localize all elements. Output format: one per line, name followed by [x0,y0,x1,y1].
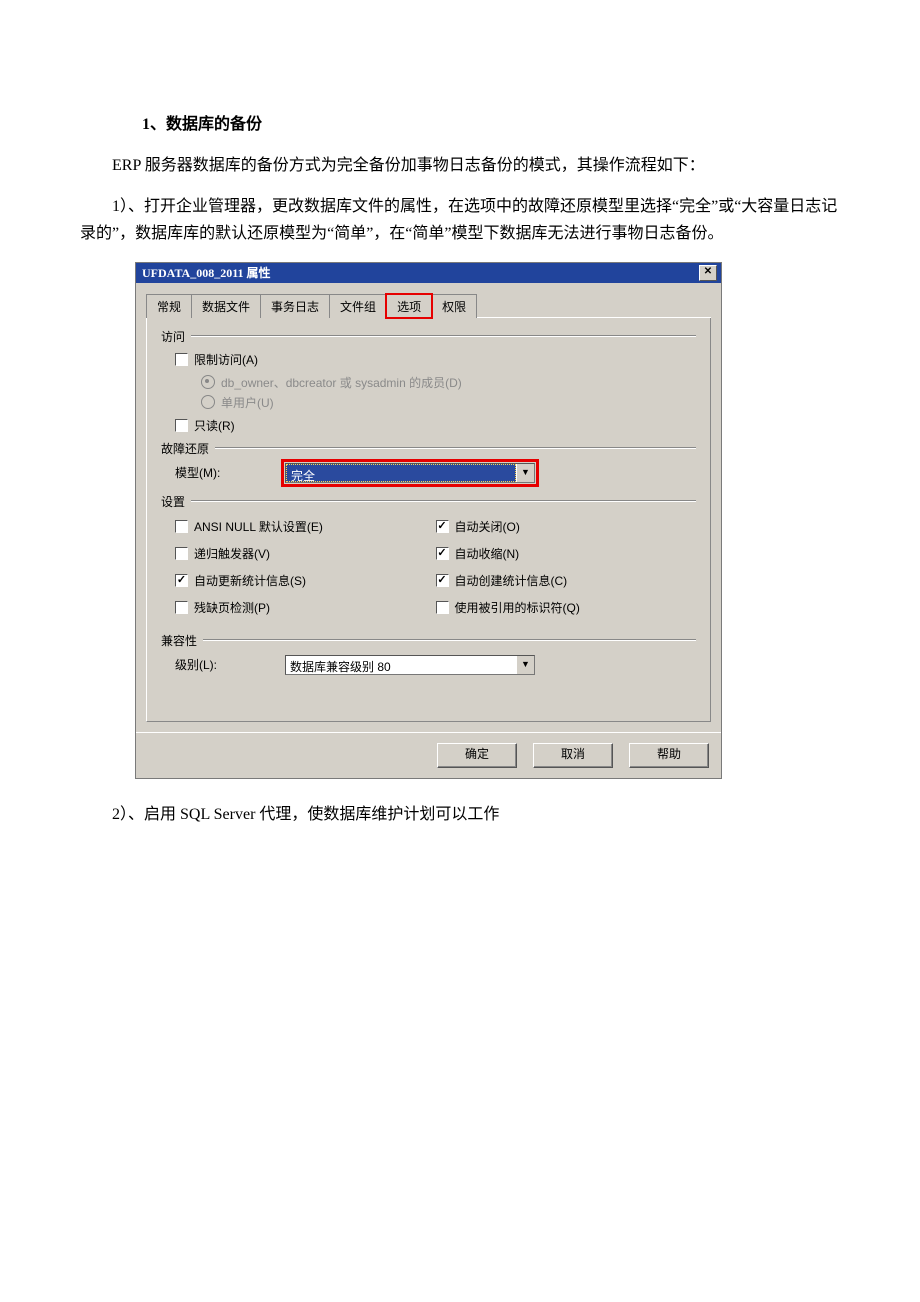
ok-button[interactable]: 确定 [437,743,517,768]
compat-level-dropdown[interactable]: 数据库兼容级别 80 ▼ [285,655,535,675]
dialog-titlebar: UFDATA_008_2011 属性 ✕ [136,263,721,283]
compat-level-value: 数据库兼容级别 80 [286,656,516,674]
recovery-model-label: 模型(M): [175,464,285,481]
group-access: 访问 限制访问(A) db_owner、dbcreator 或 sysadmin… [161,328,696,434]
checkbox-ansi-null-label: ANSI NULL 默认设置(E) [194,518,323,535]
checkbox-restrict-access-label: 限制访问(A) [194,351,258,368]
tab-general[interactable]: 常规 [146,294,192,318]
group-recovery: 故障还原 模型(M): 完全 ▼ [161,440,696,483]
dialog-button-bar: 确定 取消 帮助 [136,732,721,778]
help-button[interactable]: 帮助 [629,743,709,768]
checkbox-auto-update-stats-label: 自动更新统计信息(S) [194,572,306,589]
checkbox-recursive-triggers-label: 递归触发器(V) [194,545,270,562]
tab-strip: 常规 数据文件 事务日志 文件组 选项 权限 [146,293,711,318]
radio-single-user-label: 单用户(U) [221,394,274,411]
checkbox-quoted-identifier[interactable] [436,601,449,614]
paragraph-intro: ERP 服务器数据库的备份方式为完全备份加事物日志备份的模式，其操作流程如下： [80,152,840,179]
tab-datafiles[interactable]: 数据文件 [191,294,261,318]
recovery-model-dropdown[interactable]: 完全 ▼ [285,463,535,483]
checkbox-auto-close-label: 自动关闭(O) [455,518,520,535]
paragraph-step1: 1）、打开企业管理器，更改数据库文件的属性，在选项中的故障还原模型里选择“完全”… [80,193,840,247]
tab-translog[interactable]: 事务日志 [260,294,330,318]
dialog-title: UFDATA_008_2011 属性 [142,263,271,283]
checkbox-restrict-access[interactable] [175,353,188,366]
checkbox-auto-close[interactable] [436,520,449,533]
checkbox-ansi-null[interactable] [175,520,188,533]
close-icon[interactable]: ✕ [699,265,717,281]
tab-filegroups[interactable]: 文件组 [329,294,387,318]
tab-pane-options: 访问 限制访问(A) db_owner、dbcreator 或 sysadmin… [146,318,711,722]
paragraph-step2: 2）、启用 SQL Server 代理，使数据库维护计划可以工作 [80,801,840,828]
checkbox-readonly-label: 只读(R) [194,417,235,434]
cancel-button[interactable]: 取消 [533,743,613,768]
checkbox-torn-page-label: 残缺页检测(P) [194,599,270,616]
group-settings-label: 设置 [161,493,185,510]
chevron-down-icon[interactable]: ▼ [516,464,534,482]
tab-permissions[interactable]: 权限 [431,294,477,318]
checkbox-quoted-identifier-label: 使用被引用的标识符(Q) [455,599,580,616]
group-access-label: 访问 [161,328,185,345]
group-compat: 兼容性 级别(L): 数据库兼容级别 80 ▼ [161,632,696,675]
section-heading: 1、数据库的备份 [142,110,840,134]
checkbox-auto-create-stats[interactable] [436,574,449,587]
checkbox-auto-shrink[interactable] [436,547,449,560]
checkbox-auto-shrink-label: 自动收缩(N) [455,545,520,562]
group-settings: 设置 ANSI NULL 默认设置(E) 递归触发器(V) [161,493,696,626]
compat-level-label: 级别(L): [175,656,285,673]
group-recovery-label: 故障还原 [161,440,209,457]
radio-single-user [201,395,215,409]
radio-dbowner [201,375,215,389]
tab-options[interactable]: 选项 [386,294,432,318]
checkbox-auto-update-stats[interactable] [175,574,188,587]
checkbox-readonly[interactable] [175,419,188,432]
chevron-down-icon[interactable]: ▼ [516,656,534,674]
group-compat-label: 兼容性 [161,632,197,649]
checkbox-auto-create-stats-label: 自动创建统计信息(C) [455,572,568,589]
properties-dialog: UFDATA_008_2011 属性 ✕ 常规 数据文件 事务日志 文件组 选项… [135,262,722,779]
checkbox-torn-page[interactable] [175,601,188,614]
checkbox-recursive-triggers[interactable] [175,547,188,560]
recovery-model-value: 完全 [286,464,516,482]
radio-dbowner-label: db_owner、dbcreator 或 sysadmin 的成员(D) [221,374,462,391]
